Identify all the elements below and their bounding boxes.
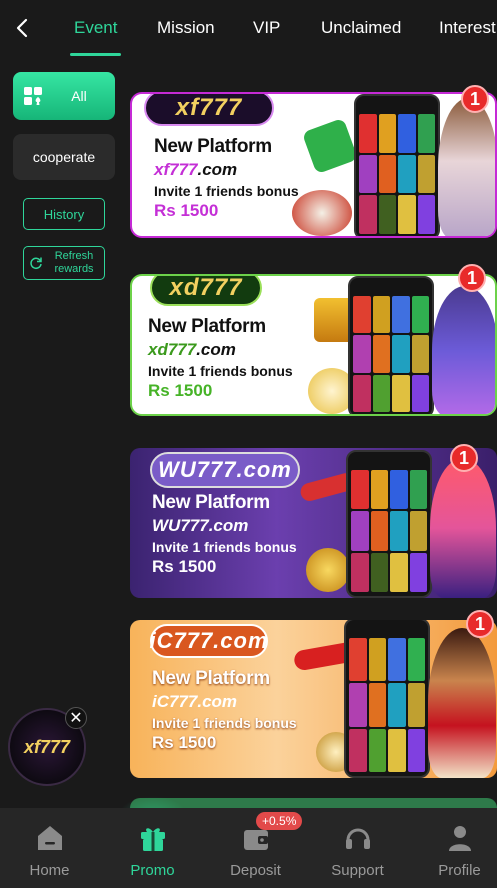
bottom-nav: Home Promo Deposit Support Profile (0, 808, 497, 888)
promo-bonus-amount: Rs 1500 (152, 733, 217, 752)
promo-domain-brand: xf777 (154, 160, 198, 179)
promo-banner-xf777[interactable]: xf777 New Platform xf777.com Invite 1 fr… (130, 92, 497, 238)
promo-domain-suffix: .com (196, 340, 236, 359)
app-preview-phone (344, 620, 430, 778)
promo-copy: New Platform WU777.com Invite 1 friends … (152, 492, 297, 577)
promo-domain: WU777.com (152, 516, 297, 536)
notification-badge: 1 (450, 444, 478, 472)
promo-invite-text: Invite 1 friends bonus (154, 183, 299, 199)
character-illustration (428, 628, 496, 778)
promo-copy: New Platform xf777.com Invite 1 friends … (154, 136, 299, 221)
top-nav: Event Mission VIP Unclaimed Interest (0, 0, 497, 56)
user-icon (448, 826, 471, 851)
tab-mission[interactable]: Mission (157, 0, 215, 56)
category-cooperate-button[interactable]: cooperate (13, 134, 115, 180)
promo-banner-wu777[interactable]: WU777.com New Platform WU777.com Invite … (130, 448, 497, 598)
promo-invite-text: Invite 1 friends bonus (152, 539, 297, 555)
nav-support-label: Support (331, 862, 384, 879)
promo-domain-brand: WU777 (152, 516, 209, 535)
deposit-bonus-badge: +0.5% (256, 812, 303, 830)
home-icon (37, 826, 62, 850)
nav-promo[interactable]: Promo (103, 808, 202, 888)
notification-badge: 1 (461, 85, 489, 113)
rooster-decoration (292, 190, 352, 236)
brand-logo: iC777.com (149, 624, 268, 658)
gift-icon (140, 828, 165, 851)
nav-home[interactable]: Home (0, 808, 99, 888)
app-preview-phone (354, 94, 440, 236)
tab-event[interactable]: Event (69, 0, 123, 56)
history-button[interactable]: History (23, 198, 105, 230)
category-all-button[interactable]: All (13, 72, 115, 120)
promo-headline: New Platform (152, 668, 270, 689)
nav-support[interactable]: Support (308, 808, 407, 888)
notification-badge: 1 (466, 610, 494, 638)
character-illustration (430, 458, 496, 598)
brand-logo: xd777 (150, 276, 262, 306)
refresh-icon (30, 257, 42, 270)
promo-domain: xf777.com (154, 160, 299, 180)
promo-headline: New Platform (154, 136, 272, 157)
tab-vip[interactable]: VIP (253, 0, 280, 56)
promo-banner-xd777[interactable]: xd777 New Platform xd777.com Invite 1 fr… (130, 274, 497, 416)
character-illustration (432, 286, 495, 414)
brand-logo: WU777.com (150, 452, 300, 488)
promo-bonus-amount: Rs 1500 (154, 201, 219, 220)
promo-domain-suffix: .com (197, 160, 238, 179)
tab-interest[interactable]: Interest (439, 0, 496, 56)
phone-screen (351, 470, 427, 592)
refresh-label-line1: Refresh (54, 250, 94, 262)
app-preview-phone (346, 450, 432, 598)
promo-copy: New Platform iC777.com Invite 1 friends … (152, 668, 297, 753)
category-all-label: All (71, 88, 87, 104)
nav-deposit-label: Deposit (230, 862, 281, 879)
category-sidebar: All cooperate History Refresh rewards (0, 56, 128, 808)
promo-domain: iC777.com (152, 692, 297, 712)
phone-screen (349, 638, 425, 772)
phone-screen (353, 296, 429, 412)
promo-domain-brand: xd777 (148, 340, 197, 359)
refresh-rewards-button[interactable]: Refresh rewards (23, 246, 105, 280)
refresh-rewards-label: Refresh rewards (48, 250, 100, 276)
character-illustration (438, 98, 495, 236)
promo-bonus-amount: Rs 1500 (152, 557, 217, 576)
close-icon: ✕ (69, 710, 83, 727)
floating-ad-close-button[interactable]: ✕ (65, 707, 87, 729)
nav-home-label: Home (29, 862, 70, 879)
promo-bonus-amount: Rs 1500 (148, 381, 213, 400)
promo-invite-text: Invite 1 friends bonus (148, 363, 293, 379)
back-button[interactable] (10, 14, 34, 42)
nav-promo-label: Promo (130, 862, 175, 879)
brand-logo: xf777 (144, 94, 274, 126)
nav-profile[interactable]: Profile (410, 808, 497, 888)
chevron-left-icon (16, 18, 28, 38)
tab-bar: Event Mission VIP Unclaimed Interest (56, 0, 497, 56)
trophy-decoration (306, 548, 350, 592)
tab-unclaimed[interactable]: Unclaimed (321, 0, 401, 56)
headset-icon (345, 828, 370, 849)
promo-copy: New Platform xd777.com Invite 1 friends … (148, 316, 293, 401)
promo-domain: xd777.com (148, 340, 293, 360)
cash-decoration (301, 117, 359, 175)
app-preview-phone (348, 276, 434, 414)
nav-profile-label: Profile (438, 862, 481, 879)
promo-banner-ic777[interactable]: iC777.com New Platform iC777.com Invite … (130, 620, 497, 778)
promo-invite-text: Invite 1 friends bonus (152, 715, 297, 731)
refresh-label-line2: rewards (54, 263, 94, 275)
promo-domain-brand: iC777 (152, 692, 198, 711)
promo-headline: New Platform (152, 492, 270, 513)
promo-domain-suffix: .com (197, 692, 238, 711)
notification-badge: 1 (458, 264, 486, 292)
promo-headline: New Platform (148, 316, 266, 337)
promo-domain-suffix: .com (208, 516, 249, 535)
phone-screen (359, 114, 435, 234)
